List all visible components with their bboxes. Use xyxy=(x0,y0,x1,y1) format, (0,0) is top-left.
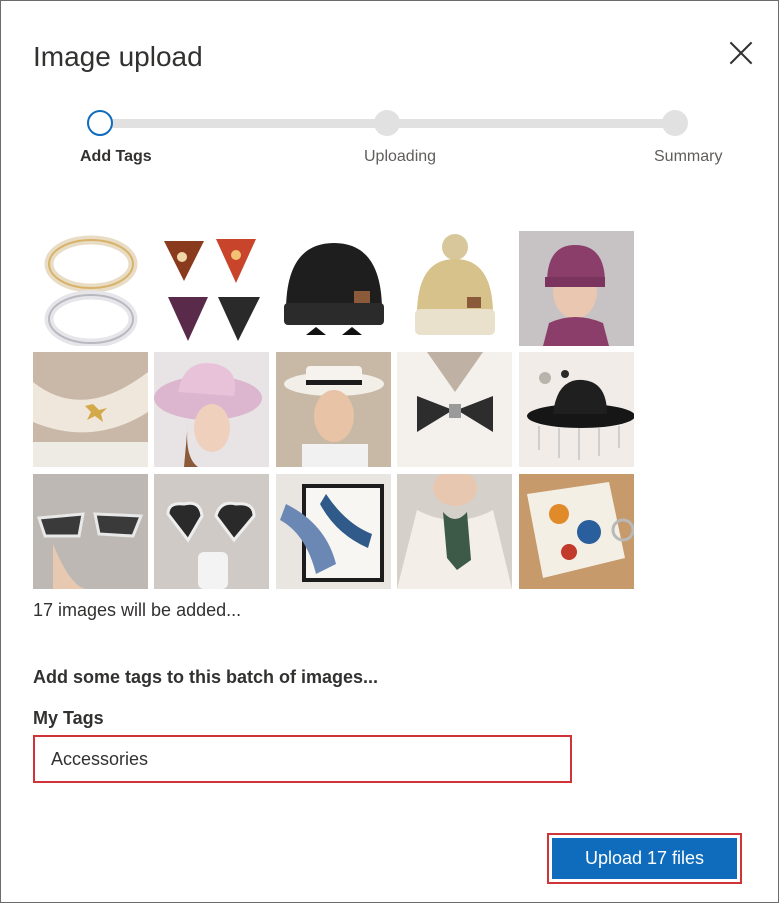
tags-heading: Add some tags to this batch of images... xyxy=(33,667,379,687)
image-upload-dialog: Image upload Add Tags Uploading Summary xyxy=(0,0,779,903)
image-count-text: 17 images will be added... xyxy=(33,600,242,620)
thumbnail-neck-scarf-brooch xyxy=(33,352,148,467)
thumbnail-white-visor-hat xyxy=(276,352,391,467)
thumbnail-printed-silk-scarf xyxy=(519,474,634,589)
thumbnail-sequin-bow-tie xyxy=(397,352,512,467)
step-dot-uploading xyxy=(374,110,400,136)
upload-button-highlight: Upload 17 files xyxy=(547,833,742,884)
thumbnail-purple-beanie-model xyxy=(519,231,634,346)
step-dot-add-tags xyxy=(87,110,113,136)
upload-files-button[interactable]: Upload 17 files xyxy=(552,838,737,879)
tags-input[interactable] xyxy=(33,735,572,783)
thumbnail-beige-pompom-beanie xyxy=(397,231,512,346)
close-icon[interactable] xyxy=(727,39,755,67)
step-label-add-tags: Add Tags xyxy=(80,148,152,165)
step-dot-summary xyxy=(662,110,688,136)
thumbnail-pearl-buckles xyxy=(33,231,148,346)
thumbnail-pink-derby-hat xyxy=(154,352,269,467)
step-label-summary: Summary xyxy=(654,148,723,165)
my-tags-label: My Tags xyxy=(33,708,104,728)
step-label-uploading: Uploading xyxy=(364,148,437,165)
thumbnail-silk-scarf-box xyxy=(276,474,391,589)
thumbnail-black-cowboy-hat xyxy=(519,352,634,467)
dialog-title: Image upload xyxy=(33,41,203,72)
thumbnail-bandana-scarves xyxy=(154,231,269,346)
progress-stepper: Add Tags Uploading Summary xyxy=(1,109,778,169)
thumbnail-green-neck-scarf xyxy=(397,474,512,589)
thumbnail-black-beanie xyxy=(276,231,391,346)
thumbnail-heart-sunglasses xyxy=(154,474,269,589)
thumbnail-crystal-sunglasses xyxy=(33,474,148,589)
